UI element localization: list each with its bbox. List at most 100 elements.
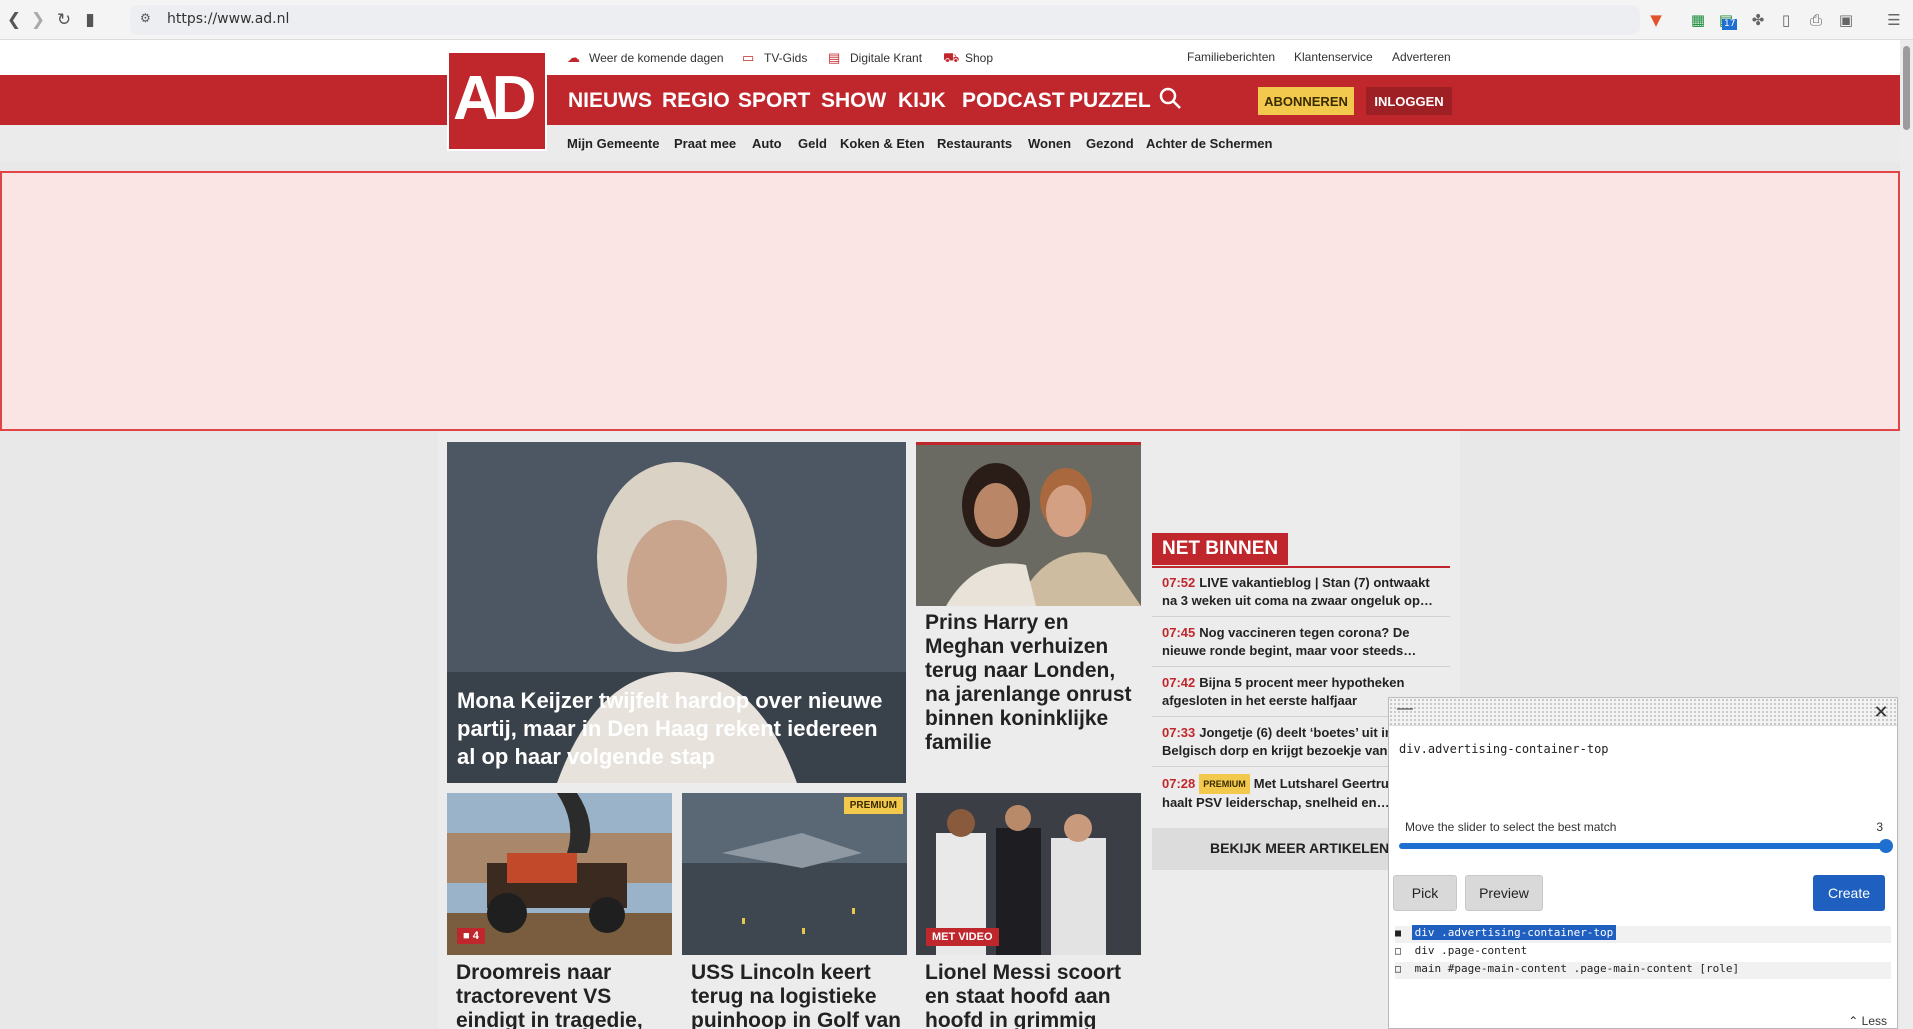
nav-sport[interactable]: SPORT (738, 89, 810, 113)
pick-button[interactable]: Pick (1393, 875, 1457, 911)
comment-count-badge: ■ 4 (457, 928, 485, 944)
slider-hint: Move the slider to select the best match (1405, 820, 1617, 834)
utility-bar: ☁ Weer de komende dagen ▭ TV-Gids ▤ Digital… (0, 40, 1900, 75)
news-time: 07:33 (1162, 725, 1196, 740)
slider-thumb[interactable] (1879, 839, 1893, 853)
calendar-extension-icon[interactable]: ▤ 17 (1716, 10, 1738, 30)
subnav-wonen[interactable]: Wonen (1028, 136, 1071, 151)
specificity-slider[interactable] (1399, 843, 1885, 849)
puzzle-extension-icon[interactable]: ✤ (1748, 10, 1768, 30)
digitale-krant-link[interactable]: ▤ Digitale Krant (828, 50, 922, 66)
advertising-container-highlight[interactable] (0, 171, 1900, 431)
trash-extension-icon[interactable]: ▯ (1776, 10, 1796, 30)
inloggen-button[interactable]: INLOGGEN (1366, 87, 1452, 115)
sheets-extension-icon[interactable]: ▦ (1688, 10, 1708, 30)
candidate-selector[interactable]: ■ div .advertising-container-top (1395, 925, 1891, 943)
net-binnen-item[interactable]: 07:45 Nog vaccineren tegen corona? De nie… (1152, 618, 1450, 667)
selected-marker: ■ (1395, 928, 1402, 939)
hero-article[interactable]: Mona Keijzer twijfelt hardop over nieuwe… (447, 442, 906, 783)
minimize-icon[interactable]: — (1397, 700, 1413, 718)
subnav-achter-de-schermen[interactable]: Achter de Schermen (1146, 136, 1272, 151)
nav-show[interactable]: SHOW (821, 89, 886, 113)
preview-button[interactable]: Preview (1465, 875, 1543, 911)
search-icon[interactable] (1158, 86, 1182, 110)
subnav-koken-eten[interactable]: Koken & Eten (840, 136, 925, 151)
reload-icon[interactable]: ↻ (54, 10, 74, 30)
candidate-selector[interactable]: □ main #page-main-content .page-main-con… (1395, 962, 1891, 979)
subnav-praat-mee[interactable]: Praat mee (674, 136, 736, 151)
abonneren-button[interactable]: ABONNEREN (1258, 87, 1354, 115)
klantenservice-link[interactable]: Klantenservice (1294, 50, 1373, 64)
messi-article-title: Lionel Messi scoort en staat hoofd aan h… (925, 961, 1122, 1029)
picker-drag-handle[interactable]: — ✕ (1389, 698, 1897, 726)
nav-nieuws[interactable]: NIEUWS (568, 89, 652, 113)
lincoln-article[interactable]: PREMIUM USS Lincoln keert terug na logis… (682, 793, 907, 1029)
lincoln-article-title: USS Lincoln keert terug na logistieke pu… (691, 961, 901, 1029)
nav-puzzel[interactable]: PUZZEL (1069, 89, 1151, 113)
site-settings-icon[interactable]: ⚙ (140, 11, 156, 27)
extension-badge: 17 (1722, 19, 1738, 30)
lincoln-article-image (682, 793, 907, 955)
news-text: LIVE vakantieblog | Stan (7) ontwaakt na… (1162, 575, 1433, 608)
tractor-article[interactable]: ■ 4 Droomreis naar tractorevent VS eindi… (447, 793, 672, 1029)
save-icon[interactable]: ▣ (1836, 10, 1856, 30)
tractor-article-title: Droomreis naar tractorevent VS eindigt i… (456, 961, 643, 1029)
familieberichten-link[interactable]: Familieberichten (1187, 50, 1275, 64)
selector-input[interactable]: div.advertising-container-top (1395, 738, 1891, 800)
subnav-restaurants[interactable]: Restaurants (937, 136, 1012, 151)
premium-badge: PREMIUM (843, 797, 903, 814)
news-text: Nog vaccineren tegen corona? De nieuwe r… (1162, 625, 1417, 658)
tv-icon: ▭ (742, 50, 755, 65)
candidate-selector[interactable]: □ div .page-content (1395, 944, 1891, 961)
close-icon[interactable]: ✕ (1871, 702, 1891, 722)
nav-kijk[interactable]: KIJK (898, 89, 946, 113)
print-icon[interactable]: ⎙ (1806, 10, 1826, 30)
adverteren-link[interactable]: Adverteren (1392, 50, 1451, 64)
harry-article-title: Prins Harry en Meghan verhuizen terug na… (925, 611, 1132, 754)
less-toggle[interactable]: ⌃ Less (1848, 1014, 1887, 1028)
browser-toolbar: ❮ ❯ ↻ ▮ ⚙ https://www.ad.nl ▼ ▦ ▤ 17 ✤ ▯… (0, 0, 1913, 40)
hero-article-title: Mona Keijzer twijfelt hardop over nieuwe… (457, 688, 883, 769)
weather-link[interactable]: ☁ Weer de komende dagen (567, 50, 724, 66)
unselected-marker: □ (1395, 946, 1402, 957)
news-time: 07:52 (1162, 575, 1196, 590)
shop-link[interactable]: ⛟ Shop (943, 50, 993, 68)
comment-icon: ■ (463, 930, 470, 942)
news-time: 07:45 (1162, 625, 1196, 640)
subnav-mijn-gemeente[interactable]: Mijn Gemeente (567, 136, 659, 151)
subnav-gezond[interactable]: Gezond (1086, 136, 1134, 151)
forward-icon[interactable]: ❯ (28, 10, 48, 30)
nav-podcast[interactable]: PODCAST (962, 89, 1065, 113)
net-binnen-title: NET BINNEN (1152, 533, 1289, 565)
harry-article-image (916, 445, 1141, 606)
cart-icon: ⛟ (943, 50, 960, 65)
news-time: 07:28 (1162, 776, 1196, 791)
scrollbar-thumb[interactable] (1903, 46, 1910, 130)
news-text: Jongetje (6) deelt ‘boetes’ uit in Belgi… (1162, 725, 1420, 758)
net-binnen-item[interactable]: 07:52 LIVE vakantieblog | Stan (7) ontwaa… (1152, 568, 1450, 617)
bookmark-icon[interactable]: ▮ (80, 10, 100, 30)
weather-icon: ☁ (567, 50, 580, 65)
tv-gids-link[interactable]: ▭ TV-Gids (742, 50, 807, 66)
newspaper-icon: ▤ (828, 50, 841, 65)
element-picker-panel: — ✕ div.advertising-container-top Move t… (1388, 697, 1898, 1029)
menu-icon[interactable]: ☰ (1884, 10, 1904, 30)
unselected-marker: □ (1395, 964, 1402, 975)
subnav-geld[interactable]: Geld (798, 136, 827, 151)
subnav-auto[interactable]: Auto (752, 136, 782, 151)
messi-article[interactable]: MET VIDEO Lionel Messi scoort en staat h… (916, 793, 1141, 1029)
news-text: Bijna 5 procent meer hypotheken afgeslot… (1162, 675, 1405, 708)
url-text: https://www.ad.nl (167, 11, 290, 27)
video-badge: MET VIDEO (926, 928, 999, 946)
page-scrollbar[interactable] (1900, 40, 1913, 1029)
premium-badge: PREMIUM (1199, 774, 1250, 794)
create-button[interactable]: Create (1813, 875, 1885, 911)
news-time: 07:42 (1162, 675, 1196, 690)
brave-shield-icon[interactable]: ▼ (1646, 10, 1666, 30)
address-bar[interactable]: ⚙ https://www.ad.nl (130, 5, 1640, 35)
harry-article[interactable]: Prins Harry en Meghan verhuizen terug na… (916, 442, 1141, 782)
main-nav: NIEUWS REGIO SPORT SHOW KIJK PODCAST PUZ… (0, 75, 1900, 125)
back-icon[interactable]: ❮ (4, 10, 24, 30)
nav-regio[interactable]: REGIO (662, 89, 730, 113)
ad-logo[interactable]: AD (447, 51, 547, 151)
